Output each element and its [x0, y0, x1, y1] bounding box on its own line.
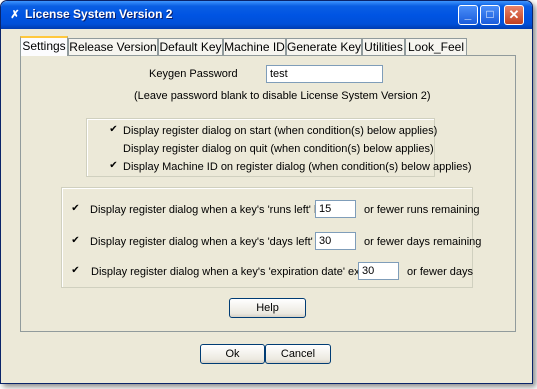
cancel-button[interactable]: Cancel	[265, 344, 331, 364]
check-icon: ✔	[109, 124, 118, 135]
days-left-suffix: or fewer days remaining	[364, 236, 482, 248]
expiration-date-input[interactable]	[358, 262, 399, 280]
tab-machine-id[interactable]: Machine ID	[223, 38, 286, 55]
dialog-options-group: ✔ Display register dialog on start (when…	[86, 118, 472, 177]
days-left-checkbox[interactable]: ✔	[69, 235, 82, 249]
runs-left-label: Display register dialog when a key's 'ru…	[90, 204, 332, 216]
check-icon: ✔	[71, 203, 80, 214]
license-system-window: ✗ License System Version 2 _ □ ✕ Setting…	[0, 0, 533, 384]
settings-panel: Keygen Password (Leave password blank to…	[20, 55, 516, 332]
display-machine-id-label: Display Machine ID on register dialog (w…	[123, 161, 472, 173]
check-icon: ✔	[71, 265, 80, 276]
display-on-start-checkbox[interactable]: ✔	[107, 124, 120, 138]
keygen-password-label: Keygen Password	[149, 68, 238, 80]
tab-release-version[interactable]: Release Version	[68, 38, 158, 55]
display-on-start-label: Display register dialog on start (when c…	[123, 125, 438, 137]
runs-left-input[interactable]	[315, 200, 356, 218]
runs-left-suffix: or fewer runs remaining	[364, 204, 480, 216]
expiration-date-label: Display register dialog when a key's 'ex…	[91, 266, 384, 278]
tab-look-feel[interactable]: Look_Feel	[405, 38, 467, 55]
tab-settings[interactable]: Settings	[20, 36, 68, 56]
conditions-group: ✔ Display register dialog when a key's '…	[61, 187, 481, 288]
check-icon: ✔	[109, 160, 118, 171]
days-left-input[interactable]	[315, 232, 356, 250]
password-hint: (Leave password blank to disable License…	[134, 90, 431, 102]
minimize-button[interactable]: _	[458, 5, 478, 25]
days-left-label: Display register dialog when a key's 'da…	[90, 236, 334, 248]
app-icon: ✗	[10, 9, 20, 21]
expiration-date-checkbox[interactable]: ✔	[69, 265, 82, 279]
maximize-button[interactable]: □	[480, 5, 500, 25]
display-on-quit-label: Display register dialog on quit (when co…	[123, 143, 434, 155]
runs-left-checkbox[interactable]: ✔	[69, 203, 82, 217]
expiration-date-suffix: or fewer days	[407, 266, 474, 278]
tab-generate-key[interactable]: Generate Key	[286, 38, 362, 55]
tab-default-key[interactable]: Default Key	[158, 38, 223, 55]
close-button[interactable]: ✕	[504, 5, 524, 25]
display-machine-id-checkbox[interactable]: ✔	[107, 160, 120, 174]
check-icon: ✔	[71, 235, 80, 246]
ok-button[interactable]: Ok	[200, 344, 265, 364]
help-button[interactable]: Help	[229, 298, 306, 318]
tab-utilities[interactable]: Utilities	[362, 38, 405, 55]
title-bar[interactable]: ✗ License System Version 2 _ □ ✕	[1, 1, 532, 29]
window-title: License System Version 2	[25, 7, 173, 21]
display-on-quit-checkbox[interactable]	[107, 143, 120, 156]
keygen-password-input[interactable]	[266, 65, 383, 83]
